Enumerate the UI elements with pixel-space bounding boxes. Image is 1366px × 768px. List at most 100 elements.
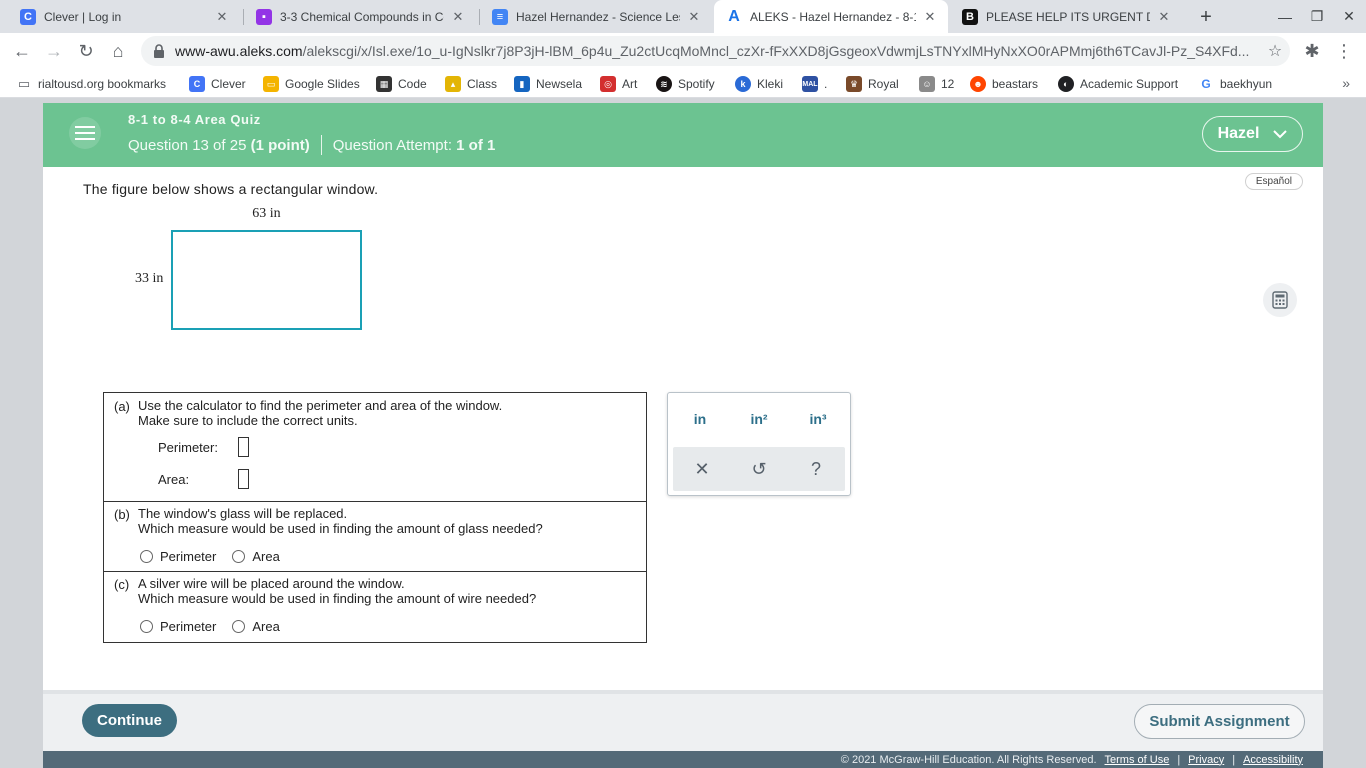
bookmark-newsela[interactable]: ▮ Newsela xyxy=(514,75,582,93)
bookmark-mal[interactable]: MAL. xyxy=(802,75,827,93)
submit-assignment-button[interactable]: Submit Assignment xyxy=(1134,704,1305,739)
bookmark-academic-support[interactable]: ◐ Academic Support xyxy=(1058,75,1178,93)
bookmark-kleki[interactable]: k Kleki xyxy=(735,75,783,93)
user-menu-button[interactable]: Hazel xyxy=(1202,116,1303,152)
bookmark-baekhyun[interactable]: Gbaekhyun xyxy=(1198,75,1272,93)
tab-title: PLEASE HELP ITS URGENT DON xyxy=(986,9,1150,24)
accessibility-link[interactable]: Accessibility xyxy=(1243,754,1303,766)
close-icon[interactable]: ✕ xyxy=(214,9,230,25)
part-b-area-radio[interactable]: Area xyxy=(232,549,280,564)
part-a-text: Use the calculator to find the perimeter… xyxy=(138,398,503,428)
bookmark-art[interactable]: ◎ Art xyxy=(600,75,637,93)
bookmark-beastars[interactable]: ☻ beastars xyxy=(970,75,1038,93)
question-info: Question 13 of 25 (1 point) Question Att… xyxy=(128,135,495,155)
attempt-label: Question Attempt: xyxy=(332,136,452,154)
part-a-label: (a) xyxy=(114,399,130,414)
classroom-icon: ▪ xyxy=(256,8,272,25)
unit-in-squared-button[interactable]: in² xyxy=(739,411,779,427)
part-b-text: The window's glass will be replaced. Whi… xyxy=(138,506,543,536)
part-b-perimeter-radio[interactable]: Perimeter xyxy=(140,549,216,564)
tab-clever[interactable]: C Clever | Log in ✕ xyxy=(8,0,240,33)
height-label: 33 in xyxy=(135,271,164,286)
part-c-text: A silver wire will be placed around the … xyxy=(138,576,537,606)
bookmark-star-icon[interactable]: ☆ xyxy=(1260,41,1290,61)
bookmark-spotify[interactable]: ≋ Spotify xyxy=(656,75,715,93)
clever-icon: C xyxy=(20,8,36,25)
bookmark-google-slides[interactable]: ▭ Google Slides xyxy=(263,75,360,93)
browser-toolbar: ← → ↻ ⌂ www-awu.aleks.com/alekscgi/x/Isl… xyxy=(0,33,1366,70)
question-points: (1 point) xyxy=(250,136,310,154)
restore-icon[interactable]: ❐ xyxy=(1300,0,1334,33)
bookmark-royal[interactable]: ♛ Royal xyxy=(846,75,899,93)
clever-icon: C xyxy=(189,76,205,92)
aleks-app: 8-1 to 8-4 Area Quiz Question 13 of 25 (… xyxy=(43,103,1323,768)
part-c-label: (c) xyxy=(114,577,130,592)
tab-please-help[interactable]: B PLEASE HELP ITS URGENT DON ✕ xyxy=(950,0,1182,33)
docs-icon: ≡ xyxy=(492,8,508,25)
units-panel: in in² in³ ✕ ↺ ? xyxy=(667,392,851,496)
tab-title: ALEKS - Hazel Hernandez - 8-1 t xyxy=(750,9,916,24)
folder-icon: ▭ xyxy=(17,76,31,91)
lock-icon xyxy=(153,44,165,58)
clear-icon[interactable]: ✕ xyxy=(687,455,717,483)
close-icon[interactable]: ✕ xyxy=(1156,9,1172,25)
window-figure: 63 in 33 in xyxy=(128,206,388,335)
privacy-link[interactable]: Privacy xyxy=(1188,754,1224,766)
width-label: 63 in xyxy=(252,206,281,221)
unit-in-cubed-button[interactable]: in³ xyxy=(798,411,838,427)
reddit-icon: ☻ xyxy=(970,76,986,92)
browser-menu-icon[interactable]: ⋮ xyxy=(1330,37,1358,65)
new-tab-button[interactable]: + xyxy=(1194,5,1218,29)
close-window-icon[interactable]: ✕ xyxy=(1332,0,1366,33)
more-bookmarks-icon[interactable]: » xyxy=(1342,75,1350,91)
close-icon[interactable]: ✕ xyxy=(922,9,938,25)
perimeter-label: Perimeter: xyxy=(158,439,218,455)
forward-icon[interactable]: → xyxy=(40,37,68,65)
bookmark-code[interactable]: ▦ Code xyxy=(376,75,427,93)
slides-icon: ▭ xyxy=(263,76,279,92)
tab-chemical-compounds[interactable]: ▪ 3-3 Chemical Compounds in Ce ✕ xyxy=(244,0,476,33)
reload-icon[interactable]: ↻ xyxy=(72,37,100,65)
close-icon[interactable]: ✕ xyxy=(450,9,466,25)
unit-in-button[interactable]: in xyxy=(680,411,720,427)
rectangle-window xyxy=(171,230,362,330)
part-c-area-radio[interactable]: Area xyxy=(232,619,280,634)
address-bar[interactable]: www-awu.aleks.com/alekscgi/x/Isl.exe/1o_… xyxy=(141,36,1290,66)
art-icon: ◎ xyxy=(600,76,616,92)
aleks-icon: A xyxy=(728,7,740,25)
home-icon[interactable]: ⌂ xyxy=(104,37,132,65)
bookmark-clever[interactable]: C Clever xyxy=(189,75,246,93)
code-icon: ▦ xyxy=(376,76,392,92)
bookmark-12[interactable]: ☺ 12 xyxy=(919,75,954,93)
espanol-button[interactable]: Español xyxy=(1244,173,1303,190)
class-icon: ▴ xyxy=(445,76,461,92)
tools-bar: ✕ ↺ ? xyxy=(673,447,845,491)
perimeter-row: Perimeter: xyxy=(158,437,249,457)
terms-link[interactable]: Terms of Use xyxy=(1105,754,1170,766)
tab-aleks[interactable]: A ALEKS - Hazel Hernandez - 8-1 t ✕ xyxy=(714,0,948,33)
help-icon[interactable]: ? xyxy=(801,455,831,483)
bookmark-class[interactable]: ▴ Class xyxy=(445,75,497,93)
google-icon: G xyxy=(1201,77,1211,91)
spotify-icon: ≋ xyxy=(656,76,672,92)
part-c-perimeter-radio[interactable]: Perimeter xyxy=(140,619,216,634)
area-input[interactable] xyxy=(238,469,249,489)
continue-button[interactable]: Continue xyxy=(82,704,177,737)
mal-icon: MAL xyxy=(802,76,818,92)
kleki-icon: k xyxy=(735,76,751,92)
extensions-icon[interactable]: ✱ xyxy=(1298,37,1326,65)
minimize-icon[interactable]: — xyxy=(1268,0,1302,33)
back-icon[interactable]: ← xyxy=(8,37,36,65)
calculator-icon[interactable] xyxy=(1263,283,1297,317)
legal-bar: © 2021 McGraw-Hill Education. All Rights… xyxy=(43,751,1323,768)
bookmark-folder[interactable]: ▭ rialtousd.org bookmarks xyxy=(16,75,166,93)
undo-icon[interactable]: ↺ xyxy=(744,455,774,483)
part-a: (a) Use the calculator to find the perim… xyxy=(104,393,646,501)
close-icon[interactable]: ✕ xyxy=(686,9,702,25)
newsela-icon: ▮ xyxy=(514,76,530,92)
tab-science-lesson[interactable]: ≡ Hazel Hernandez - Science Less ✕ xyxy=(480,0,712,33)
perimeter-input[interactable] xyxy=(238,437,249,457)
chevron-down-icon xyxy=(1273,130,1288,139)
hamburger-menu-icon[interactable] xyxy=(69,117,101,149)
quiz-title: 8-1 to 8-4 Area Quiz xyxy=(128,112,261,127)
